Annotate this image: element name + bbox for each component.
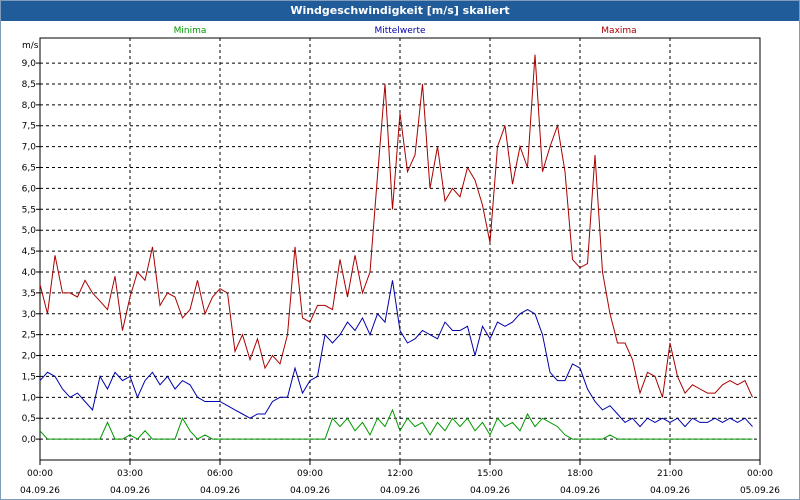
y-tick-label: 0,5: [22, 414, 36, 424]
x-tick-time: 15:00: [477, 469, 503, 479]
y-tick-label: 5,5: [22, 205, 36, 215]
y-tick-label: 8,0: [22, 101, 37, 111]
x-tick-time: 21:00: [657, 469, 683, 479]
y-tick-label: 7,0: [22, 143, 37, 153]
x-tick-time: 06:00: [207, 469, 233, 479]
y-tick-label: 8,5: [22, 80, 36, 90]
legend-item-maxima: Maxima: [601, 26, 636, 36]
y-tick-label: 3,0: [22, 310, 37, 320]
y-tick-label: 1,0: [22, 393, 37, 403]
y-tick-label: 6,5: [22, 164, 36, 174]
legend-item-mittelwerte: Mittelwerte: [374, 26, 425, 36]
x-tick-date: 04.09.26: [110, 486, 150, 496]
y-tick-label: 4,5: [22, 247, 36, 257]
x-tick-time: 03:00: [117, 469, 143, 479]
x-tick-time: 09:00: [297, 469, 323, 479]
x-tick-date: 04.09.26: [470, 486, 510, 496]
legend-item-minima: Minima: [174, 26, 207, 36]
y-tick-label: 0,0: [22, 435, 37, 445]
x-tick-date: 04.09.26: [200, 486, 240, 496]
y-tick-label: 1,5: [22, 372, 36, 382]
x-tick-date: 04.09.26: [380, 486, 420, 496]
y-tick-label: 4,0: [22, 268, 37, 278]
y-axis: m/s 0,0 0,5 1,0 1,5 2,0 2,5 3,0 3,5 4,0 4,5 5,0 5,5…: [22, 41, 40, 445]
x-tick-date: 04.09.26: [20, 486, 60, 496]
wind-speed-chart: m/s 0,0 0,5 1,0 1,5 2,0 2,5 3,0 3,5 4,0 4,5 5,0 5,5…: [20, 26, 780, 496]
y-tick-label: 7,5: [22, 122, 36, 132]
x-tick-time: 00:00: [27, 469, 53, 479]
x-tick-time: 18:00: [567, 469, 593, 479]
x-tick-date: 05.09.26: [740, 486, 780, 496]
legend: Minima Mittelwerte Maxima: [174, 26, 637, 36]
y-tick-label: 2,0: [22, 352, 37, 362]
x-tick-date: 04.09.26: [650, 486, 690, 496]
y-tick-label: 3,5: [22, 289, 36, 299]
x-tick-date: 04.09.26: [290, 486, 330, 496]
x-tick-date: 04.09.26: [560, 486, 600, 496]
y-axis-label: m/s: [22, 41, 39, 51]
y-tick-label: 6,0: [22, 184, 37, 194]
y-tick-label: 2,5: [22, 331, 36, 341]
x-tick-time: 12:00: [387, 469, 413, 479]
x-axis: 00:00 04.09.26 03:00 04.09.26 06:00 04.09.26 0…: [20, 460, 780, 496]
y-tick-label: 5,0: [22, 226, 37, 236]
y-tick-label: 9,0: [22, 59, 37, 69]
x-tick-time: 00:00: [747, 469, 773, 479]
